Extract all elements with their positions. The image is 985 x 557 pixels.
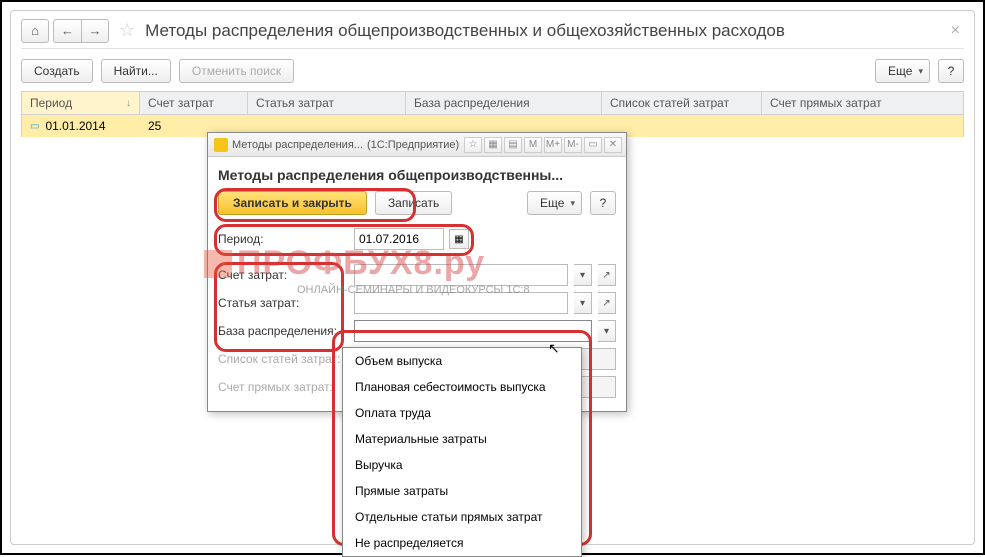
period-input[interactable]: 01.07.2016: [354, 228, 444, 250]
save-close-button[interactable]: Записать и закрыть: [218, 191, 367, 215]
dialog-tools: ☆ ▦ ▤ M M+ M- ▭ ✕: [464, 137, 622, 153]
acct-open-icon[interactable]: ↗: [598, 264, 616, 286]
table-header: Период↓ Счет затрат Статья затрат База р…: [21, 91, 964, 115]
save-button[interactable]: Записать: [375, 191, 452, 215]
base-input[interactable]: [354, 320, 592, 342]
dropdown-item[interactable]: Плановая себестоимость выпуска: [343, 374, 581, 400]
home-button[interactable]: ⌂: [21, 19, 49, 43]
col-direct[interactable]: Счет прямых затрат: [762, 92, 963, 114]
col-base[interactable]: База распределения: [406, 92, 602, 114]
close-icon[interactable]: ×: [947, 22, 964, 40]
dialog-help-button[interactable]: ?: [590, 191, 616, 215]
find-button[interactable]: Найти...: [101, 59, 171, 83]
col-item[interactable]: Статья затрат: [248, 92, 406, 114]
dropdown-item[interactable]: Объем выпуска: [343, 348, 581, 374]
tool-calc[interactable]: ▦: [484, 137, 502, 153]
acct-input[interactable]: [354, 264, 568, 286]
field-period: Период: 01.07.2016 ▦: [218, 225, 616, 253]
tool-min[interactable]: ▭: [584, 137, 602, 153]
acct-dropdown-icon[interactable]: ▾: [574, 264, 592, 286]
dropdown-item[interactable]: Не распределяется: [343, 530, 581, 556]
direct-label: Счет прямых затрат:: [218, 380, 348, 394]
more-button[interactable]: Еще: [875, 59, 930, 83]
forward-button[interactable]: →: [81, 19, 109, 43]
nav-buttons: ← →: [53, 19, 109, 43]
col-acct[interactable]: Счет затрат: [140, 92, 248, 114]
period-label: Период:: [218, 232, 348, 246]
toolbar: Создать Найти... Отменить поиск Еще ?: [21, 49, 964, 91]
back-button[interactable]: ←: [53, 19, 81, 43]
tool-mplus[interactable]: M+: [544, 137, 562, 153]
item-input[interactable]: [354, 292, 568, 314]
item-dropdown-icon[interactable]: ▾: [574, 292, 592, 314]
dialog-title-app: Методы распределения...: [232, 139, 363, 151]
dropdown-item[interactable]: Оплата труда: [343, 400, 581, 426]
row-icon: ▭: [30, 121, 39, 132]
item-label: Статья затрат:: [218, 296, 348, 310]
cell-period: ▭01.01.2014: [22, 115, 140, 137]
base-label: База распределения:: [218, 324, 348, 338]
calendar-icon[interactable]: ▦: [449, 229, 469, 249]
tool-mminus[interactable]: M-: [564, 137, 582, 153]
create-button[interactable]: Создать: [21, 59, 93, 83]
dropdown-item[interactable]: Материальные затраты: [343, 426, 581, 452]
field-item: Статья затрат: ▾ ↗: [218, 289, 616, 317]
field-acct: Счет затрат: ▾ ↗: [218, 261, 616, 289]
dialog-title-sub: (1С:Предприятие): [367, 139, 459, 151]
sort-icon: ↓: [126, 98, 131, 109]
dropdown-item[interactable]: Отдельные статьи прямых затрат: [343, 504, 581, 530]
base-dropdown: Объем выпуска Плановая себестоимость вып…: [342, 347, 582, 557]
tool-close[interactable]: ✕: [604, 137, 622, 153]
acct-label: Счет затрат:: [218, 268, 348, 282]
dialog-titlebar[interactable]: Методы распределения... (1С:Предприятие)…: [208, 133, 626, 157]
dialog-more-button[interactable]: Еще: [527, 191, 582, 215]
dialog-heading: Методы распределения общепроизводственны…: [218, 163, 616, 191]
dialog-toolbar: Записать и закрыть Записать Еще ?: [218, 191, 616, 225]
cancel-find-button[interactable]: Отменить поиск: [179, 59, 294, 83]
col-period[interactable]: Период↓: [22, 92, 140, 114]
dropdown-item[interactable]: Прямые затраты: [343, 478, 581, 504]
help-button[interactable]: ?: [938, 59, 964, 83]
tool-calendar[interactable]: ▤: [504, 137, 522, 153]
base-dropdown-icon[interactable]: ▾: [598, 320, 616, 342]
tool-m[interactable]: M: [524, 137, 542, 153]
tool-fav[interactable]: ☆: [464, 137, 482, 153]
dropdown-item[interactable]: Выручка: [343, 452, 581, 478]
favorite-icon[interactable]: ☆: [113, 20, 141, 41]
app-icon: [214, 138, 228, 152]
field-base: База распределения: ▾: [218, 317, 616, 345]
page-title: Методы распределения общепроизводственны…: [145, 21, 785, 41]
list-label: Список статей затрат:: [218, 352, 348, 366]
item-open-icon[interactable]: ↗: [598, 292, 616, 314]
col-list[interactable]: Список статей затрат: [602, 92, 762, 114]
header: ⌂ ← → ☆ Методы распределения общепроизво…: [21, 17, 964, 49]
